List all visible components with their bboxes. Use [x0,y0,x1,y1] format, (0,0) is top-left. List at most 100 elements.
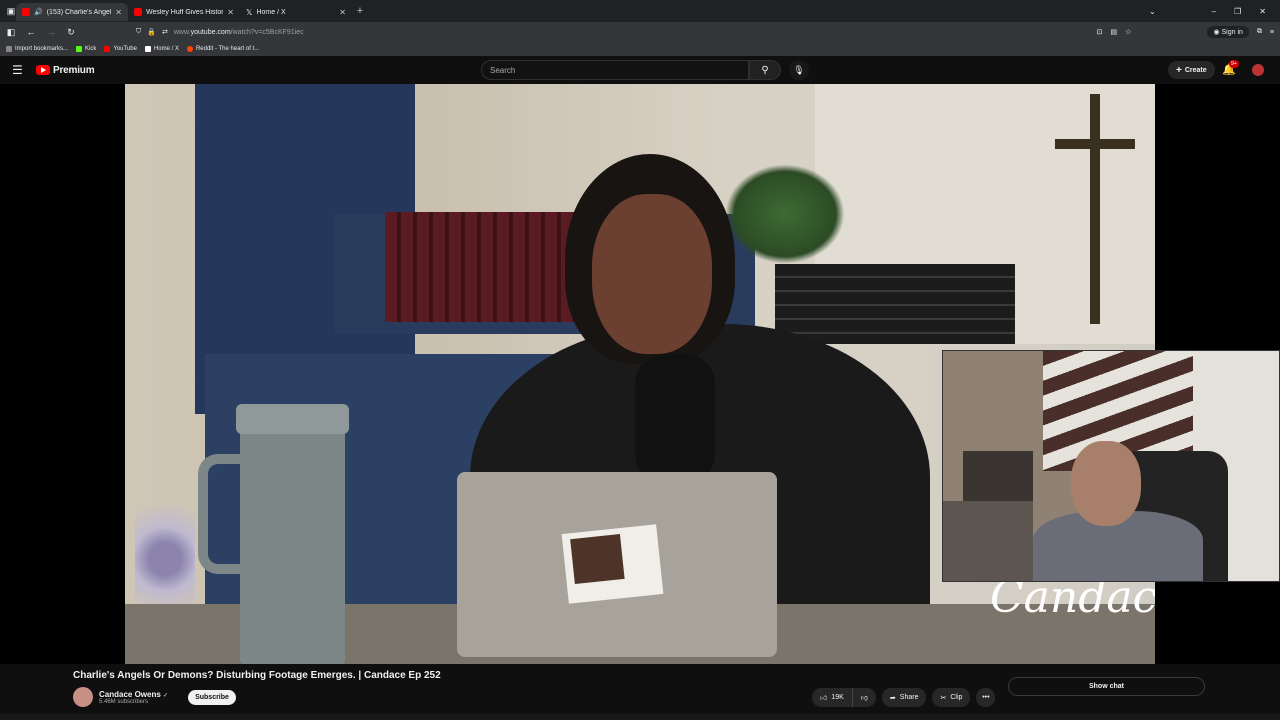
tab-menu-icon[interactable]: ▣ [6,6,16,17]
webcam-desk [943,501,1033,581]
bookmark-label: Import bookmarks... [15,46,69,52]
back-arrow-icon[interactable]: ← [26,27,36,37]
notifications-button[interactable]: 🔔 9+ [1222,60,1239,76]
bookmark-kick[interactable]: Kick [76,46,96,52]
voice-search-button[interactable]: 🎙 [789,60,809,80]
browser-tab-youtube-2[interactable]: Wesley Huff Gives Historical Tal ✕ [128,3,240,21]
create-label: Create [1184,66,1207,74]
url-host: youtube.com [190,28,231,36]
sign-in-label: Sign in [1221,29,1243,36]
logo-text: Premium [53,64,95,76]
window-controls: ⌄ – ❐ ✕ [1149,7,1280,16]
bookmark-label: Reddit - The heart of t... [195,46,260,52]
youtube-premium-logo[interactable]: Premium [36,64,95,76]
menu-icon[interactable]: ≡ [1270,29,1274,36]
share-arrow-icon: ➦ [889,694,896,702]
maximize-button[interactable]: ❐ [1234,7,1241,16]
browser-tab-youtube-active[interactable]: 🔊 (153) Charlie's Angels Or D ✕ [16,3,128,21]
channel-name-row[interactable]: Candace Owens ✓ [99,690,168,699]
youtube-icon [104,46,111,52]
bookmark-import[interactable]: Import bookmarks... [6,46,68,52]
forward-arrow-icon[interactable]: → [46,27,56,37]
lock-icon[interactable]: 🔒 [147,28,156,36]
nav-right-tools: ⊡ ▤ ☆ ◉ Sign in ⧉ ≡ [1097,26,1274,38]
video-player[interactable]: Candace [0,84,1280,664]
youtube-header: ☰ Premium Search ⚲ 🎙 + Create 🔔 9+ [0,56,1280,84]
clip-label: Clip [950,694,963,701]
reload-icon[interactable]: ↻ [66,27,76,38]
youtube-favicon-icon [22,8,30,16]
close-window-button[interactable]: ✕ [1259,7,1266,16]
new-tab-button[interactable]: + [352,5,368,17]
show-chat-button[interactable]: Show chat [1008,677,1205,696]
bookmark-reddit[interactable]: Reddit - The heart of t... [186,46,260,52]
hamburger-menu-icon[interactable]: ☰ [12,63,24,77]
bookmark-star-icon[interactable]: ☆ [1125,28,1131,36]
minimize-button[interactable]: – [1212,7,1216,16]
channel-meta: Candace Owens ✓ 5.46M subscribers [99,690,168,705]
reader-icon[interactable]: ▤ [1111,28,1118,36]
share-label: Share [899,694,919,701]
tumbler-handle [198,454,242,574]
subscribe-button[interactable]: Subscribe [188,689,236,705]
close-tab-icon[interactable]: ✕ [227,8,234,17]
webcam-shelf [963,451,1033,501]
tab-list-chevron-icon[interactable]: ⌄ [1149,7,1156,16]
bookmark-label: YouTube [113,46,137,52]
address-bar[interactable]: ⛉ 🔒 ⇄ www.youtube.com/watch?v=c5BcKF91ie… [136,28,304,36]
video-polaroid-sticker [561,524,664,604]
dislike-button[interactable]: 👎︎ [852,688,876,707]
sign-in-button[interactable]: ◉ Sign in [1207,26,1249,38]
search-button[interactable]: ⚲ [749,60,781,80]
channel-avatar[interactable] [73,687,93,707]
tab-title: Wesley Huff Gives Historical Tal [146,8,224,16]
create-button[interactable]: + Create [1168,61,1215,79]
channel-owner: Candace Owens ✓ 5.46M subscribers Subscr… [73,687,236,707]
video-actions: 👍︎ 19K 👎︎ ➦ Share ✂ Clip ••• [812,688,996,707]
share-button[interactable]: ➦ Share [881,688,927,707]
close-tab-icon[interactable]: ✕ [115,8,122,17]
bookmark-x[interactable]: Home / X [144,46,179,52]
account-avatar[interactable] [1252,64,1264,76]
browser-tab-x[interactable]: 𝕏 Home / X ✕ [240,3,352,21]
browser-nav-bar: ◧ ← → ↻ ⛉ 🔒 ⇄ www.youtube.com/watch?v=c5… [0,22,1280,42]
bookmark-label: Home / X [153,46,179,52]
tab-title: Home / X [256,8,286,16]
sidebar-toggle-icon[interactable]: ◧ [6,27,16,38]
notification-badge: 9+ [1229,60,1239,68]
account-icon: ◉ [1213,29,1220,36]
x-favicon-icon: 𝕏 [246,8,253,17]
shield-icon[interactable]: ⛉ [136,28,141,36]
video-microphone [635,354,715,484]
thumbs-up-icon: 👍︎ [820,695,828,702]
url-path: /watch?v=c5BcKF91iec [230,28,304,36]
screenshot-icon[interactable]: ⊡ [1097,28,1103,36]
search-input[interactable]: Search [481,60,749,80]
video-crucifix-bar [1055,139,1135,149]
tumbler-lid [236,404,349,434]
youtube-play-icon [36,65,50,75]
url-prefix: www. [173,28,191,36]
plus-icon: + [1176,64,1182,76]
bookmark-youtube[interactable]: YouTube [104,46,137,52]
subscriber-count: 5.46M subscribers [99,698,149,705]
extensions-icon[interactable]: ⧉ [1257,28,1262,36]
x-icon [144,46,151,52]
video-crucifix [1090,94,1100,324]
microphone-icon: 🎙 [793,64,805,75]
tracking-icon[interactable]: ⇄ [162,28,168,36]
folder-icon [6,46,12,52]
close-tab-icon[interactable]: ✕ [339,8,346,17]
webcam-person-face [1071,441,1141,526]
video-tumbler [198,404,349,664]
reddit-icon [186,46,193,52]
more-actions-button[interactable]: ••• [976,688,996,707]
like-count: 19K [831,694,844,701]
clip-button[interactable]: ✂ Clip [932,688,971,707]
host-face [592,194,712,354]
bottom-strip [0,714,1280,720]
like-button[interactable]: 👍︎ 19K [812,688,853,707]
bookmark-label: Kick [85,46,97,52]
video-title: Charlie's Angels Or Demons? Disturbing F… [73,670,441,681]
channel-name: Candace Owens [99,689,161,699]
